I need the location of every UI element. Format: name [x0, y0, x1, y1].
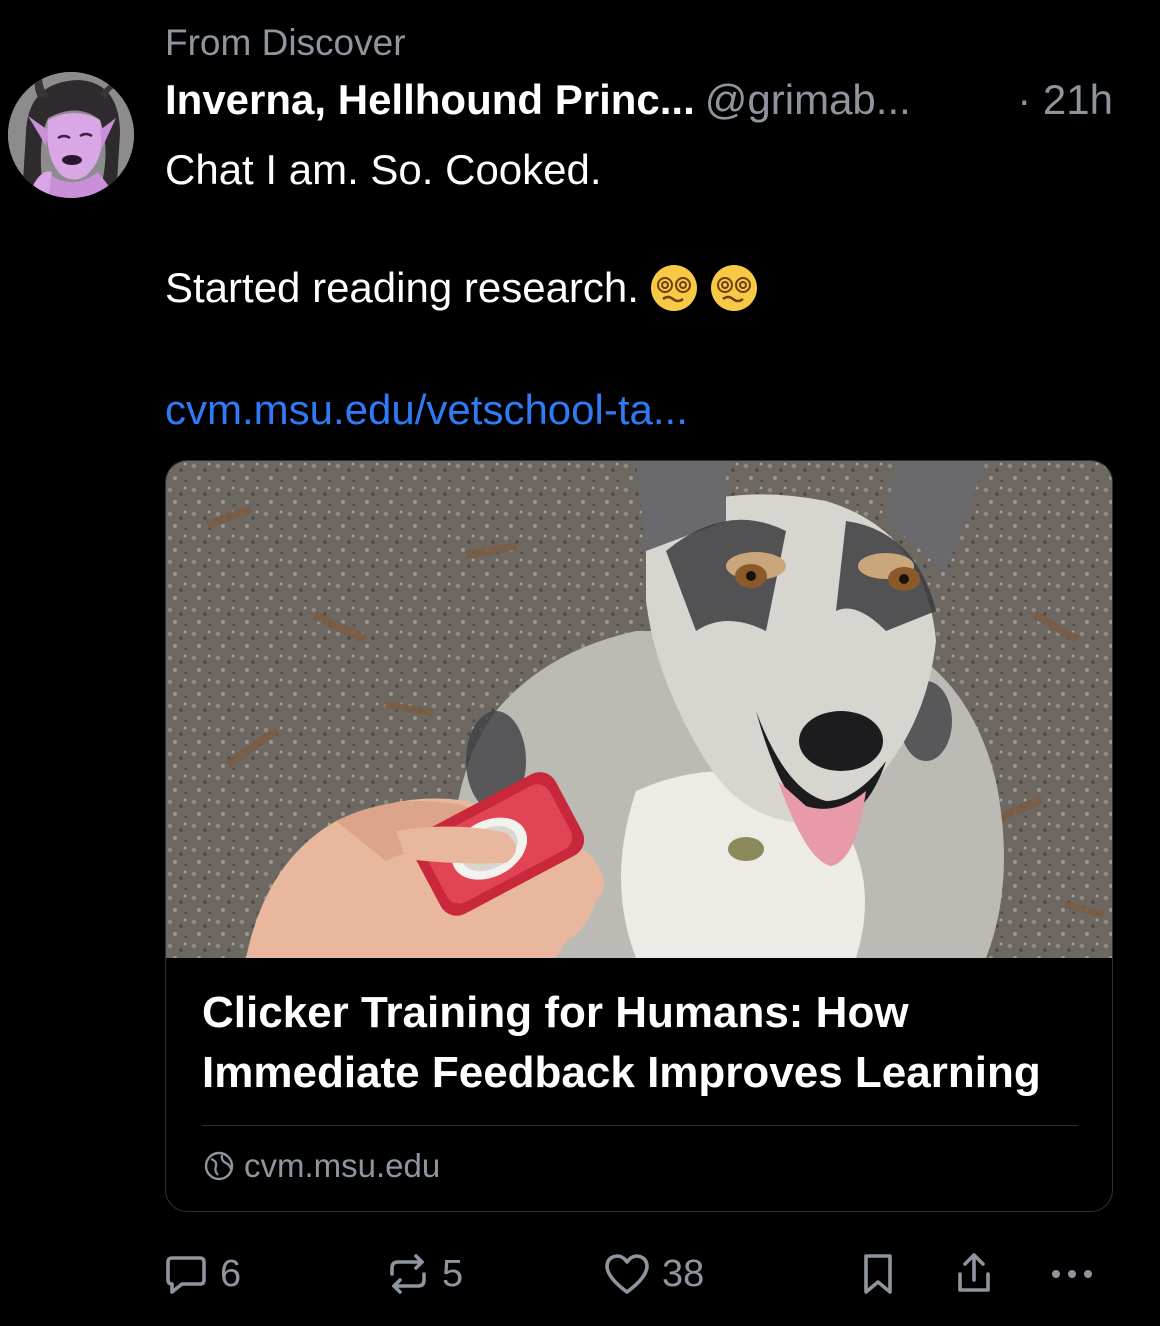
- post-link[interactable]: cvm.msu.edu/vetschool-ta...: [165, 380, 688, 440]
- heart-icon: [605, 1254, 649, 1294]
- share-button[interactable]: [952, 1248, 996, 1300]
- post-text-line-1: Chat I am. So. Cooked.: [165, 146, 602, 193]
- author-handle[interactable]: @grimab...: [705, 76, 911, 123]
- like-button[interactable]: 38: [602, 1248, 704, 1300]
- author-avatar[interactable]: [8, 72, 134, 198]
- post-timestamp[interactable]: · 21h: [1017, 72, 1113, 128]
- post-action-bar: 6 5 38: [162, 1248, 1112, 1300]
- link-card-divider: [202, 1125, 1078, 1126]
- author-display-name[interactable]: Inverna, Hellhound Princ...: [165, 76, 695, 123]
- post-text-line-2-container: Started reading research.: [165, 258, 759, 318]
- link-card-domain: cvm.msu.edu: [244, 1147, 441, 1184]
- repost-button[interactable]: 5: [384, 1248, 463, 1300]
- link-card-title: Clicker Training for Humans: How Immedia…: [202, 988, 1041, 1097]
- face-with-spiral-eyes-icon: [710, 265, 757, 311]
- share-icon: [958, 1253, 990, 1292]
- like-count: 38: [662, 1252, 705, 1295]
- post-header: Inverna, Hellhound Princ... @grimab... · …: [165, 72, 1125, 128]
- bookmark-button[interactable]: [856, 1248, 900, 1300]
- more-icon: [1052, 1270, 1092, 1278]
- reply-icon: [166, 1256, 206, 1294]
- bookmark-icon: [864, 1254, 892, 1294]
- globe-icon: [204, 1151, 234, 1181]
- dog-with-clicker-photo: [166, 461, 1112, 958]
- avatar-image: [8, 72, 134, 198]
- face-with-spiral-eyes-icon: [650, 265, 697, 311]
- repost-icon: [390, 1254, 426, 1294]
- reply-button[interactable]: 6: [162, 1248, 241, 1300]
- reply-count: 6: [220, 1252, 242, 1295]
- post-text-line-2: Started reading research.: [165, 264, 639, 311]
- more-options-button[interactable]: [1046, 1248, 1098, 1300]
- repost-count: 5: [442, 1252, 464, 1295]
- link-card-domain-row: cvm.msu.edu: [202, 1143, 440, 1189]
- link-preview-card[interactable]: Clicker Training for Humans: How Immedia…: [165, 460, 1113, 1212]
- context-label: From Discover: [165, 22, 406, 63]
